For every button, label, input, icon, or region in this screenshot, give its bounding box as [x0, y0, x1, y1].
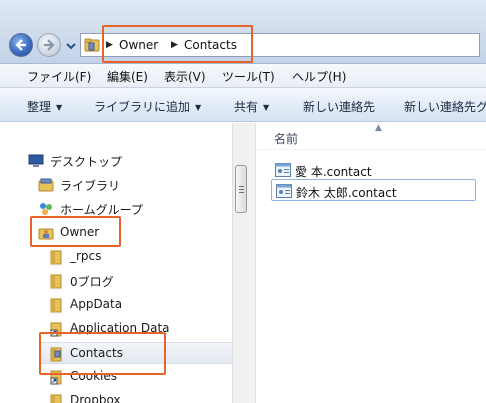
grip-line — [239, 192, 244, 193]
forward-button[interactable] — [37, 33, 61, 57]
file-item[interactable]: 鈴木 太郎.contact — [271, 179, 476, 201]
user-folder-icon — [38, 228, 54, 240]
file-name: 鈴木 太郎.contact — [296, 186, 397, 200]
nav-item-libraries[interactable]: ライブラリ — [38, 174, 228, 196]
folder-icon — [50, 250, 62, 265]
navigation-pane: デスクトップ ライブラリ ホームグループ Owner _rpcs 0ブログ Ap… — [0, 123, 238, 403]
recent-pages-dropdown-icon[interactable] — [66, 42, 76, 50]
organize-button[interactable]: 整理 ▼ — [27, 98, 62, 115]
nav-item-label: ライブラリ — [60, 179, 121, 193]
file-name: 愛 本.contact — [295, 165, 372, 179]
navigation-pane-scrollbar[interactable] — [232, 123, 248, 403]
menu-bar: ファイル(F) 編集(E) 表示(V) ツール(T) ヘルプ(H) — [0, 64, 486, 88]
contacts-folder-icon — [50, 347, 62, 362]
share-label: 共有 — [234, 100, 259, 114]
back-button[interactable] — [9, 33, 33, 57]
header-divider — [257, 149, 486, 150]
new-contact-button[interactable]: 新しい連絡先 — [303, 98, 375, 115]
grip-line — [239, 189, 244, 190]
back-arrow-icon — [15, 39, 26, 51]
sort-ascending-icon: ▲ — [375, 123, 382, 133]
contact-card-icon — [275, 163, 291, 177]
desktop-icon — [28, 154, 44, 167]
address-bar[interactable]: ▶ Owner ▶ Contacts — [80, 33, 480, 57]
nav-item-label: Cookies — [70, 369, 117, 383]
contact-card-icon — [276, 184, 292, 198]
nav-item-rpcs[interactable]: _rpcs — [48, 246, 228, 268]
folder-icon — [84, 38, 100, 52]
nav-item-label: AppData — [70, 297, 123, 311]
homegroup-icon — [40, 203, 52, 215]
nav-item-owner[interactable]: Owner — [38, 222, 228, 244]
scrollbar-thumb[interactable] — [235, 165, 247, 213]
add-to-library-label: ライブラリに追加 — [94, 100, 191, 114]
nav-item-0blog[interactable]: 0ブログ — [48, 270, 228, 292]
menu-help[interactable]: ヘルプ(H) — [292, 68, 346, 85]
new-contact-group-button[interactable]: 新しい連絡先グ — [404, 98, 486, 115]
forward-arrow-icon — [44, 39, 55, 51]
nav-item-label: ホームグループ — [60, 203, 143, 217]
share-button[interactable]: 共有 ▼ — [234, 98, 269, 115]
nav-item-appdata[interactable]: AppData — [48, 294, 228, 316]
nav-item-application-data[interactable]: Application Data — [48, 318, 228, 340]
command-bar: 整理 ▼ ライブラリに追加 ▼ 共有 ▼ 新しい連絡先 新しい連絡先グ — [0, 88, 486, 122]
breadcrumb-owner[interactable]: Owner — [119, 38, 158, 52]
file-list-pane: 名前 ▲ 愛 本.contact 鈴木 太郎.contact — [257, 123, 486, 403]
nav-item-label: Contacts — [70, 346, 123, 360]
nav-item-label: 0ブログ — [70, 275, 114, 289]
nav-item-contacts[interactable]: Contacts — [40, 342, 232, 364]
pane-splitter[interactable] — [248, 123, 256, 403]
dropdown-arrow-icon: ▼ — [263, 103, 270, 112]
menu-edit[interactable]: 編集(E) — [107, 68, 148, 85]
nav-item-label: Dropbox — [70, 393, 121, 403]
nav-item-homegroup[interactable]: ホームグループ — [38, 198, 228, 220]
shortcut-folder-icon — [50, 322, 62, 337]
nav-item-desktop[interactable]: デスクトップ — [28, 150, 228, 172]
menu-file[interactable]: ファイル(F) — [27, 68, 91, 85]
folder-icon — [50, 274, 62, 289]
dropdown-arrow-icon: ▼ — [195, 103, 202, 112]
menu-tools[interactable]: ツール(T) — [222, 68, 275, 85]
breadcrumb-separator-icon[interactable]: ▶ — [171, 40, 178, 50]
nav-item-cookies[interactable]: Cookies — [48, 366, 228, 388]
menu-view[interactable]: 表示(V) — [164, 68, 206, 85]
breadcrumb-separator-icon[interactable]: ▶ — [106, 40, 113, 50]
file-item[interactable]: 愛 本.contact — [271, 159, 476, 181]
window-title-bar: ▶ Owner ▶ Contacts — [0, 0, 486, 64]
library-icon — [38, 178, 54, 192]
add-to-library-button[interactable]: ライブラリに追加 ▼ — [94, 98, 201, 115]
breadcrumb-contacts[interactable]: Contacts — [184, 38, 237, 52]
nav-item-label: Owner — [60, 225, 100, 239]
nav-item-label: _rpcs — [70, 249, 102, 263]
folder-icon — [50, 298, 62, 313]
name-column-header[interactable]: 名前 — [274, 130, 298, 147]
shortcut-folder-icon — [50, 370, 62, 385]
dropdown-arrow-icon: ▼ — [56, 103, 63, 112]
grip-line — [239, 186, 244, 187]
nav-item-label: Application Data — [70, 321, 170, 335]
organize-label: 整理 — [27, 100, 52, 114]
nav-item-dropbox[interactable]: Dropbox — [48, 390, 228, 403]
folder-icon — [50, 394, 62, 403]
nav-item-label: デスクトップ — [50, 155, 123, 169]
